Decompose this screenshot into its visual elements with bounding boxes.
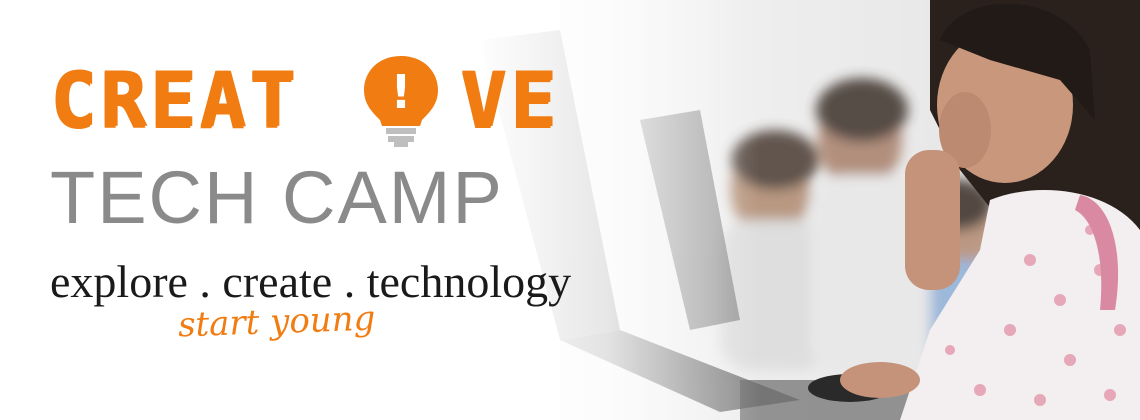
logo: CREAT ! VE TECH CAMP explore . create . … bbox=[50, 55, 580, 358]
banner: CREAT ! VE TECH CAMP explore . create . … bbox=[0, 0, 1140, 420]
logo-subtitle: TECH CAMP bbox=[50, 156, 504, 239]
lightbulb-icon: ! bbox=[364, 56, 438, 147]
bulb-exclamation: ! bbox=[391, 65, 412, 119]
logo-word-ve: VE bbox=[460, 55, 560, 144]
subline: start young bbox=[177, 298, 376, 346]
logo-word-creat: CREAT bbox=[50, 55, 299, 144]
